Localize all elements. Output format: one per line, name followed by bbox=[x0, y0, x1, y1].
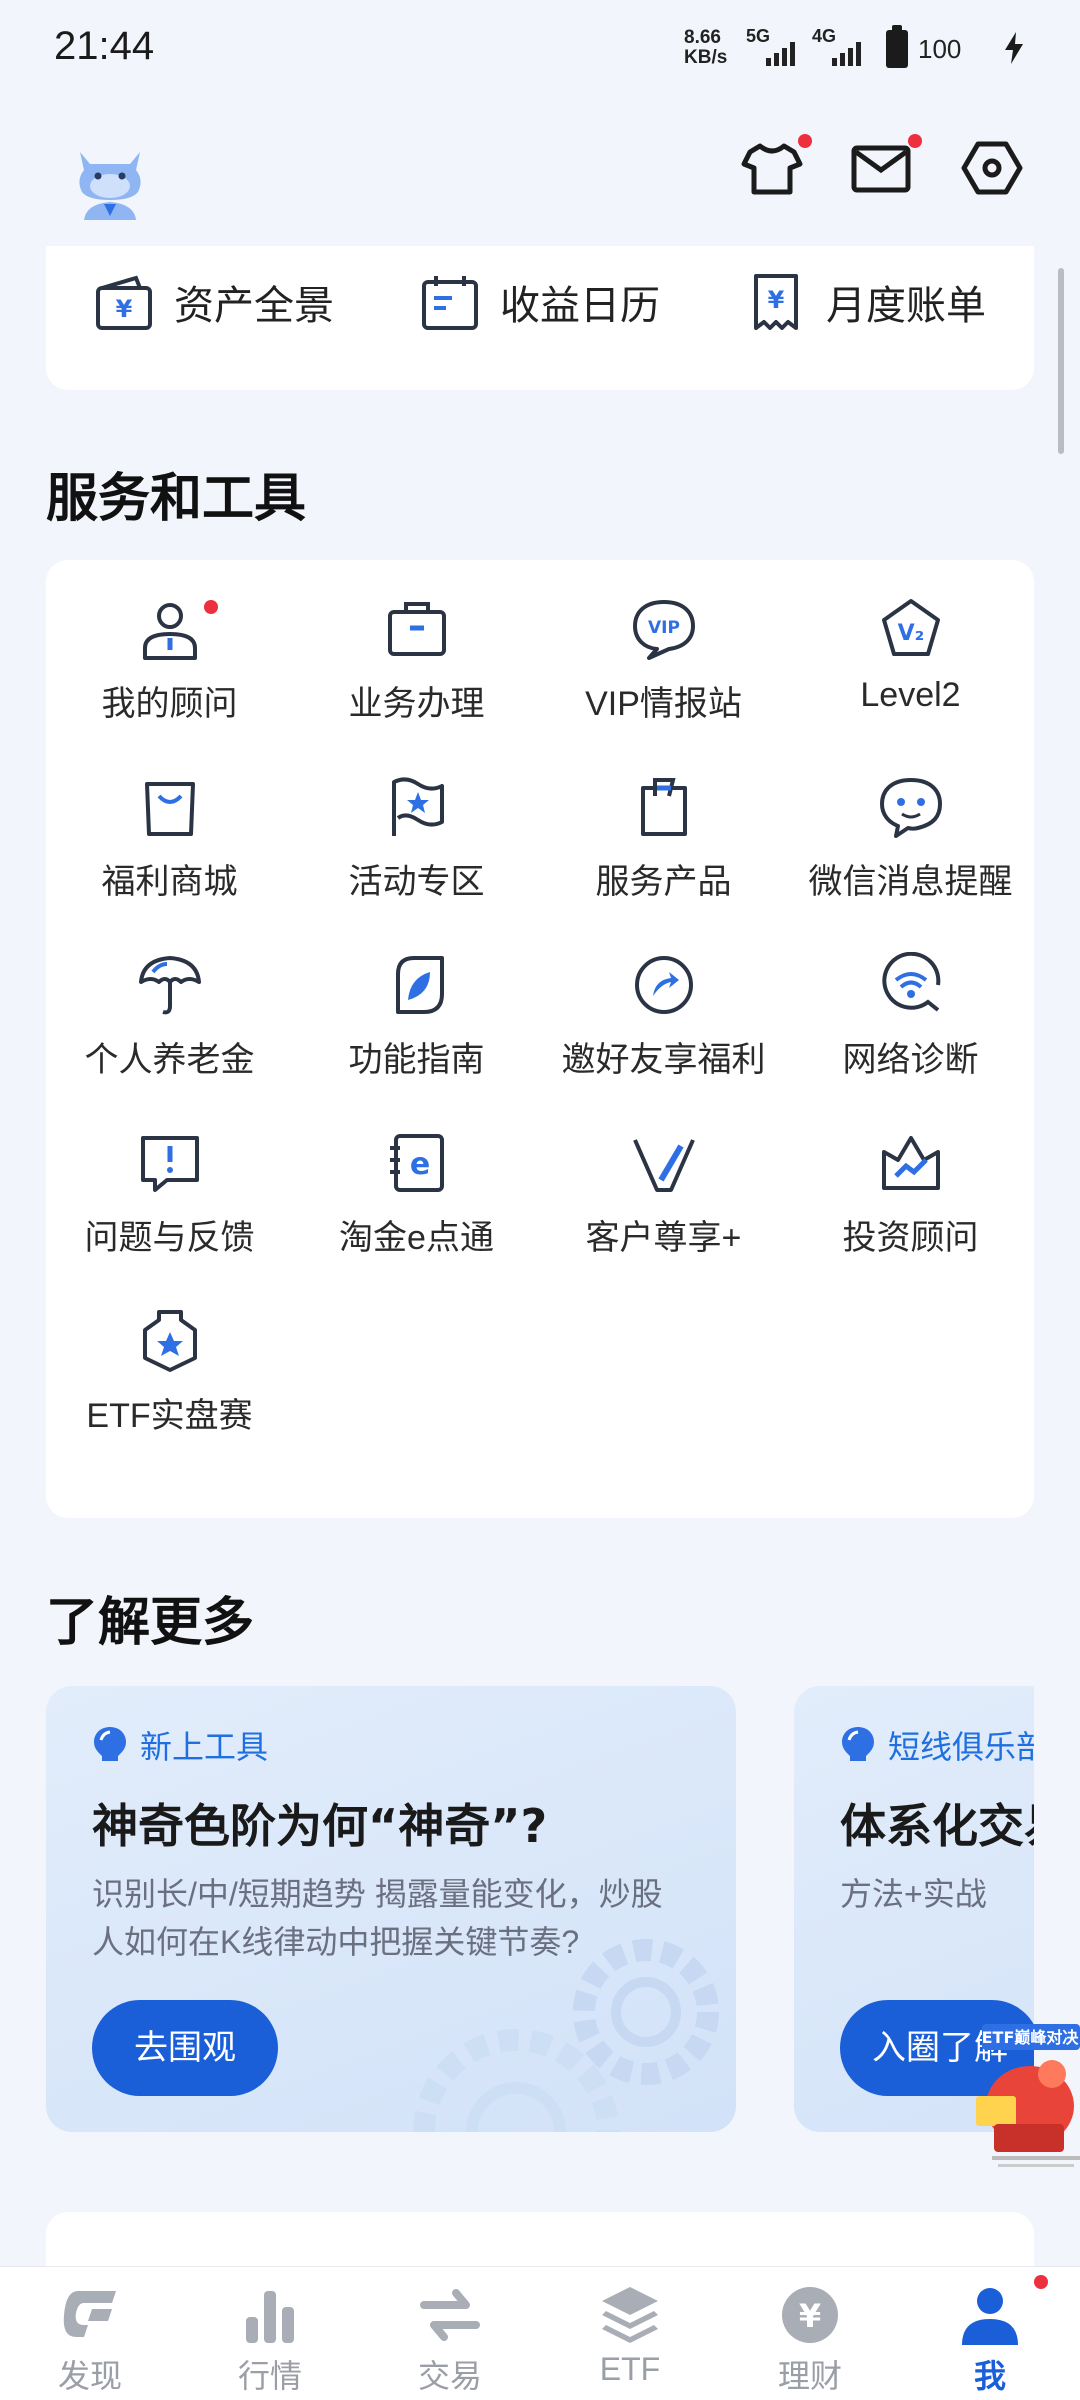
wifi-check-icon bbox=[882, 952, 941, 1012]
clipboard-icon bbox=[641, 778, 687, 836]
tool-vip-plus[interactable]: 客户尊享+ bbox=[540, 1094, 787, 1264]
tool-wechat-reminder[interactable]: 微信消息提醒 bbox=[787, 738, 1034, 908]
battery-level: 100 bbox=[918, 34, 962, 64]
share-icon bbox=[635, 956, 693, 1014]
asset-overview-button[interactable]: ¥ 资产全景 bbox=[92, 266, 334, 338]
promo-cta-button[interactable]: 去围观 bbox=[92, 2000, 278, 2096]
briefcase-icon bbox=[388, 602, 446, 656]
network-speed-value: 8.66 bbox=[684, 27, 721, 48]
tool-network-diagnosis[interactable]: 网络诊断 bbox=[787, 916, 1034, 1086]
notification-dot bbox=[204, 600, 218, 614]
profile-page: 21:44 8.66 KB/s 5G 4G 100 ¥ 资产全景 收益日历 ¥ … bbox=[0, 0, 1080, 2400]
income-calendar-button[interactable]: 收益日历 bbox=[418, 266, 660, 338]
avatar[interactable] bbox=[70, 138, 150, 222]
lightbulb-icon bbox=[94, 1727, 126, 1761]
crown-chart-icon bbox=[882, 1136, 940, 1190]
tab-wealth[interactable]: ¥ 理财 bbox=[720, 2267, 900, 2400]
tool-invite-friends[interactable]: 邀好友享福利 bbox=[540, 916, 787, 1086]
tool-etf-contest[interactable]: ETF实盘赛 bbox=[46, 1272, 293, 1442]
tool-taojin[interactable]: e 淘金e点通 bbox=[293, 1094, 540, 1264]
flag-star-icon bbox=[392, 777, 444, 836]
tool-feedback[interactable]: 问题与反馈 bbox=[46, 1094, 293, 1264]
scrollbar[interactable] bbox=[1058, 268, 1064, 454]
promo-title: 神奇色阶为何“神奇”? bbox=[92, 1799, 548, 1853]
trade-arrows-icon bbox=[420, 2289, 480, 2341]
tools-grid: 我的顾问 业务办理 VIP VIP情报站 V₂ Level2 福利商城 活动专区… bbox=[46, 560, 1034, 1518]
battery-icon bbox=[886, 25, 908, 68]
mail-icon[interactable] bbox=[848, 134, 922, 202]
wechat-icon bbox=[880, 778, 942, 838]
tool-feature-guide[interactable]: 功能指南 bbox=[293, 916, 540, 1086]
discover-icon bbox=[63, 2291, 116, 2337]
etf-layers-icon bbox=[602, 2287, 658, 2343]
tools-section-title: 服务和工具 bbox=[46, 469, 307, 529]
tool-vip-intel[interactable]: VIP VIP情报站 bbox=[540, 560, 787, 730]
notification-dot bbox=[908, 134, 922, 148]
badge-text: ETF巅峰对决 bbox=[982, 2028, 1080, 2047]
svg-text:e: e bbox=[410, 1147, 430, 1182]
level2-badge-icon: V₂ bbox=[882, 599, 940, 656]
svg-text:V₂: V₂ bbox=[898, 621, 925, 646]
lightbulb-icon bbox=[842, 1727, 874, 1761]
promo-tag: 新上工具 bbox=[92, 1722, 268, 1768]
market-bars-icon bbox=[246, 2291, 294, 2343]
promo-card[interactable]: 新上工具 神奇色阶为何“神奇”? 识别长/中/短期趋势 揭露量能变化，炒股人如何… bbox=[46, 1686, 736, 2132]
monthly-bill-button[interactable]: ¥ 月度账单 bbox=[744, 266, 986, 338]
umbrella-icon bbox=[139, 956, 201, 1015]
bottom-tab-bar: 发现 行情 交易 ETF ¥ 理财 我 bbox=[0, 2266, 1080, 2400]
learn-section-title: 了解更多 bbox=[46, 1593, 255, 1653]
network-speed: 8.66 KB/s bbox=[684, 28, 736, 68]
promo-title: 体系化交易 bbox=[840, 1799, 1034, 1853]
wallet-yuan-icon: ¥ bbox=[96, 275, 152, 330]
tab-market[interactable]: 行情 bbox=[180, 2267, 360, 2400]
e-book-icon: e bbox=[390, 1134, 444, 1192]
tool-my-advisor[interactable]: 我的顾问 bbox=[46, 560, 293, 730]
asset-shortcuts-card: ¥ 资产全景 收益日历 ¥ 月度账单 bbox=[46, 246, 1034, 390]
svg-text:VIP: VIP bbox=[648, 618, 680, 638]
svg-text:¥: ¥ bbox=[799, 2297, 821, 2335]
tool-service-products[interactable]: 服务产品 bbox=[540, 738, 787, 908]
bill-yuan-icon: ¥ bbox=[754, 274, 798, 330]
status-time: 21:44 bbox=[54, 24, 155, 68]
wealth-yuan-icon: ¥ bbox=[782, 2287, 838, 2343]
status-bar: 21:44 8.66 KB/s 5G 4G 100 bbox=[0, 0, 1080, 100]
tool-level2[interactable]: V₂ Level2 bbox=[787, 560, 1034, 730]
tab-etf[interactable]: ETF bbox=[540, 2267, 720, 2400]
gears-illustration bbox=[413, 1939, 719, 2132]
medal-icon bbox=[143, 1310, 197, 1372]
settings-icon[interactable] bbox=[958, 134, 1026, 202]
theme-shirt-icon[interactable] bbox=[738, 134, 812, 202]
calendar-icon bbox=[422, 276, 478, 330]
advisor-icon bbox=[143, 603, 197, 660]
tab-trade[interactable]: 交易 bbox=[360, 2267, 540, 2400]
tool-investment-advisor[interactable]: 投资顾问 bbox=[787, 1094, 1034, 1264]
charging-bolt-icon bbox=[1005, 32, 1023, 64]
network-speed-unit: KB/s bbox=[684, 47, 728, 68]
tool-welfare-mall[interactable]: 福利商城 bbox=[46, 738, 293, 908]
promo-description: 方法+实战 bbox=[840, 1876, 987, 1912]
tool-pension[interactable]: 个人养老金 bbox=[46, 916, 293, 1086]
notification-dot bbox=[1034, 2275, 1048, 2289]
tool-business[interactable]: 业务办理 bbox=[293, 560, 540, 730]
floating-etf-badge[interactable]: ETF巅峰对决 bbox=[972, 2014, 1080, 2172]
profile-icon bbox=[962, 2288, 1018, 2345]
svg-text:¥: ¥ bbox=[116, 295, 133, 323]
tool-activity-zone[interactable]: 活动专区 bbox=[293, 738, 540, 908]
v-logo-icon bbox=[633, 1139, 695, 1192]
promo-tag: 短线俱乐部 bbox=[840, 1722, 1034, 1768]
vip-bubble-icon: VIP bbox=[633, 600, 695, 660]
promo-carousel[interactable]: 新上工具 神奇色阶为何“神奇”? 识别长/中/短期趋势 揭露量能变化，炒股人如何… bbox=[46, 1686, 1034, 2134]
tab-discover[interactable]: 发现 bbox=[0, 2267, 180, 2400]
notification-dot bbox=[798, 134, 812, 148]
leaf-icon bbox=[396, 956, 444, 1014]
svg-text:¥: ¥ bbox=[768, 286, 785, 314]
shopping-bag-icon bbox=[145, 782, 195, 836]
feedback-icon bbox=[141, 1136, 199, 1192]
tab-me[interactable]: 我 bbox=[900, 2267, 1080, 2400]
